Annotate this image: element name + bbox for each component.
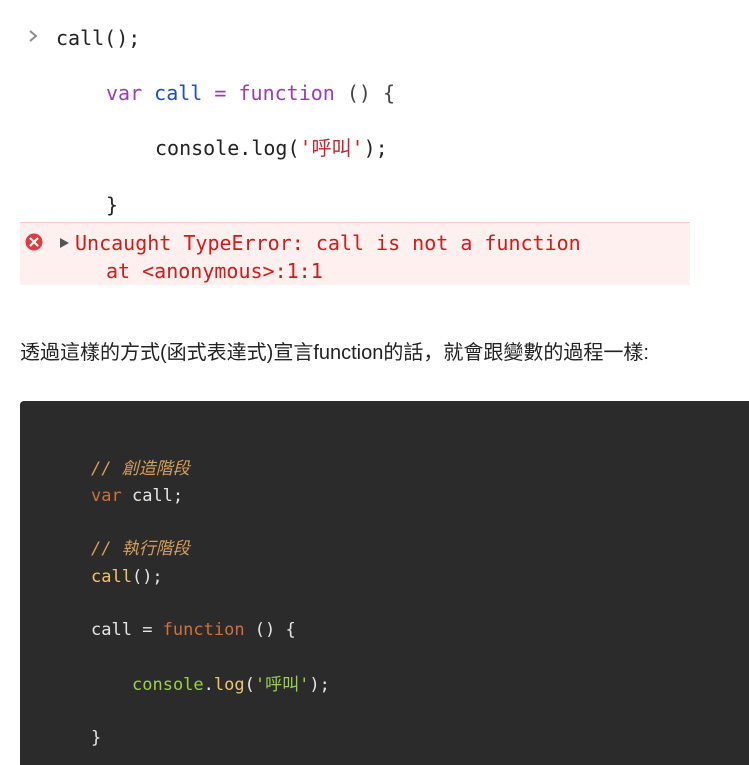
code-block: // 創造階段 var call; // 執行階段 call(); call =… bbox=[20, 401, 749, 765]
error-text: Uncaught TypeError: call is not a functi… bbox=[75, 231, 581, 255]
body-paragraph: 透過這樣的方式(函式表達式)宣言function的話，就會跟變數的過程一樣: bbox=[20, 342, 649, 364]
console-panel: call(); var call = function () { console… bbox=[20, 0, 690, 290]
code-line-close-brace: } bbox=[106, 193, 119, 217]
code-comment-creation: // 創造階段 bbox=[91, 459, 190, 479]
code-line-log: console.log('呼叫'); bbox=[132, 675, 330, 695]
code-comment-execution: // 執行階段 bbox=[91, 539, 190, 559]
error-icon bbox=[25, 233, 43, 251]
code-line-console-log: console.log('呼叫'); bbox=[155, 136, 388, 160]
console-input-line: call(); bbox=[56, 26, 141, 50]
code-line-close: } bbox=[91, 728, 102, 748]
code-line-var: var call; bbox=[91, 486, 184, 506]
code-line-assign: call = function () { bbox=[91, 620, 296, 640]
error-stack-trace: at <anonymous>:1:1 bbox=[106, 259, 323, 283]
error-message-box: Uncaught TypeError: call is not a functi… bbox=[20, 222, 690, 285]
code-line-var-call: var call = function () { bbox=[106, 81, 396, 105]
chevron-right-icon bbox=[29, 30, 38, 42]
expand-triangle-icon[interactable] bbox=[60, 238, 69, 248]
code-line-call: call(); bbox=[91, 567, 163, 587]
